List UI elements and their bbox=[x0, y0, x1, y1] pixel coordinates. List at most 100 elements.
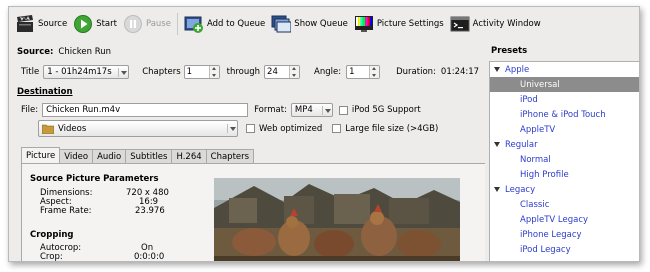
preset-item-universal[interactable]: Universal bbox=[490, 77, 639, 92]
chapters-label: Chapters bbox=[142, 67, 181, 77]
file-name-value: Chicken Run.m4v bbox=[46, 105, 121, 115]
chapter-end-spinner[interactable]: 24 bbox=[264, 65, 301, 79]
preset-item-normal[interactable]: Normal bbox=[490, 152, 639, 167]
source-name: Chicken Run bbox=[58, 47, 112, 57]
tab-h264[interactable]: H.264 bbox=[171, 149, 207, 164]
title-row: Title 1 - 01h24m17s Chapters 1 through 2… bbox=[21, 65, 479, 79]
pause-icon bbox=[123, 14, 143, 34]
folder-row: Videos Web optimized Large file size (>4… bbox=[38, 120, 438, 137]
preset-group-regular[interactable]: Regular bbox=[490, 137, 639, 152]
source-picture-heading: Source Picture Parameters bbox=[30, 174, 159, 184]
source-button[interactable]: Source bbox=[15, 12, 67, 36]
format-select[interactable]: MP4 bbox=[290, 103, 333, 117]
chevron-down-icon bbox=[118, 68, 128, 77]
preset-group-apple[interactable]: Apple bbox=[490, 62, 639, 77]
preset-item-ipod-legacy[interactable]: iPod Legacy bbox=[490, 242, 639, 257]
preset-item-appletv-legacy[interactable]: AppleTV Legacy bbox=[490, 212, 639, 227]
title-select[interactable]: 1 - 01h24m17s bbox=[43, 65, 130, 79]
duration-value: 01:24:17 bbox=[440, 67, 480, 77]
duration-label: Duration: bbox=[396, 67, 436, 77]
web-optimized-label: Web optimized bbox=[259, 123, 323, 134]
large-file-label: Large file size (>4GB) bbox=[345, 123, 439, 134]
source-heading: Source: bbox=[17, 47, 54, 57]
preset-item-iphone-legacy[interactable]: iPhone Legacy bbox=[490, 227, 639, 242]
pause-button[interactable]: Pause bbox=[123, 12, 171, 36]
chevron-down-icon bbox=[321, 106, 331, 115]
title-select-value: 1 - 01h24m17s bbox=[47, 67, 112, 77]
ipod-5g-label: iPod 5G Support bbox=[351, 105, 421, 115]
picture-settings-button[interactable]: Picture Settings bbox=[354, 12, 444, 36]
folder-value: Videos bbox=[58, 123, 87, 134]
preset-item-ipod[interactable]: iPod bbox=[490, 92, 639, 107]
add-to-queue-label: Add to Queue bbox=[206, 19, 266, 29]
preset-item-appletv[interactable]: AppleTV bbox=[490, 122, 639, 137]
cropping-heading: Cropping bbox=[30, 230, 74, 240]
preset-item-classic[interactable]: Classic bbox=[490, 197, 639, 212]
frame-rate-value: 23.976 bbox=[135, 206, 165, 216]
tab-subtitles[interactable]: Subtitles bbox=[125, 149, 173, 164]
chapter-start-value: 1 bbox=[186, 67, 193, 77]
file-name-input[interactable]: Chicken Run.m4v bbox=[42, 103, 249, 117]
chapter-start-spinner[interactable]: 1 bbox=[183, 65, 220, 79]
web-optimized-checkbox[interactable] bbox=[246, 124, 255, 133]
presets-panel: Presets Apple Universal iPod iPhone & iP… bbox=[485, 41, 639, 261]
destination-heading-text: Destination bbox=[17, 87, 73, 97]
add-to-queue-button[interactable]: Add to Queue bbox=[184, 12, 265, 36]
destination-folder-select[interactable]: Videos bbox=[38, 120, 238, 137]
file-label: File: bbox=[21, 105, 39, 115]
presets-heading: Presets bbox=[491, 46, 528, 56]
ipod-5g-checkbox[interactable] bbox=[338, 105, 348, 115]
preset-label: AppleTV Legacy bbox=[520, 214, 589, 225]
tab-audio[interactable]: Audio bbox=[92, 149, 127, 164]
preset-label: iPod Legacy bbox=[520, 244, 571, 255]
preset-group-legacy[interactable]: Legacy bbox=[490, 182, 639, 197]
preset-label: Normal bbox=[520, 154, 551, 165]
chapter-end-value: 24 bbox=[267, 67, 278, 77]
clapperboard-icon bbox=[15, 14, 35, 34]
queue-icon bbox=[271, 14, 292, 34]
tab-video[interactable]: Video bbox=[59, 149, 94, 164]
spin-arrows-icon[interactable] bbox=[208, 66, 219, 78]
settings-tabs: Picture Video Audio Subtitles H.264 Chap… bbox=[21, 147, 255, 164]
preset-label: Classic bbox=[520, 199, 550, 210]
spin-arrows-icon[interactable] bbox=[289, 66, 300, 78]
crop-label: Crop: bbox=[40, 252, 63, 262]
add-queue-icon bbox=[184, 14, 204, 34]
source-button-label: Source bbox=[38, 19, 68, 29]
large-file-checkbox[interactable] bbox=[332, 124, 342, 133]
preset-group-label: Apple bbox=[505, 64, 530, 75]
expander-icon[interactable] bbox=[494, 67, 500, 72]
start-button[interactable]: Start bbox=[73, 12, 117, 36]
preset-label: AppleTV bbox=[520, 124, 556, 135]
preset-group-label: Regular bbox=[505, 139, 538, 150]
tab-picture[interactable]: Picture bbox=[21, 147, 61, 164]
picture-settings-label: Picture Settings bbox=[376, 19, 444, 29]
preset-label: iPhone & iPod Touch bbox=[520, 109, 606, 120]
preview-image bbox=[214, 178, 460, 261]
expander-icon[interactable] bbox=[494, 187, 500, 192]
angle-value: 1 bbox=[349, 67, 355, 77]
main-panel: Source: Chicken Run Title 1 - 01h24m17s … bbox=[9, 41, 487, 262]
handbrake-window: Source Start Pause Add to Queue Show Que… bbox=[8, 6, 640, 262]
preset-item-high-profile[interactable]: High Profile bbox=[490, 167, 639, 182]
source-summary: Source: Chicken Run bbox=[17, 47, 111, 57]
expander-icon[interactable] bbox=[494, 142, 500, 147]
terminal-icon bbox=[450, 14, 470, 34]
preset-label: iPhone Legacy bbox=[520, 229, 582, 240]
tab-chapters[interactable]: Chapters bbox=[205, 149, 255, 164]
preset-item-iphone-ipod-touch[interactable]: iPhone & iPod Touch bbox=[490, 107, 639, 122]
start-button-label: Start bbox=[96, 19, 117, 29]
toolbar-separator bbox=[176, 13, 178, 35]
spin-arrows-icon[interactable] bbox=[369, 66, 380, 78]
angle-spinner[interactable]: 1 bbox=[346, 65, 381, 79]
show-queue-button[interactable]: Show Queue bbox=[271, 12, 348, 36]
preset-label: Universal bbox=[520, 79, 560, 90]
format-value: MP4 bbox=[294, 105, 313, 115]
preset-label: iPod bbox=[520, 94, 538, 105]
preset-group-label: Legacy bbox=[505, 184, 536, 195]
pause-button-label: Pause bbox=[145, 19, 171, 29]
activity-window-button[interactable]: Activity Window bbox=[450, 12, 541, 36]
destination-heading: Destination bbox=[17, 87, 73, 97]
angle-label: Angle: bbox=[314, 67, 342, 77]
crop-value: 0:0:0:0 bbox=[134, 252, 165, 262]
